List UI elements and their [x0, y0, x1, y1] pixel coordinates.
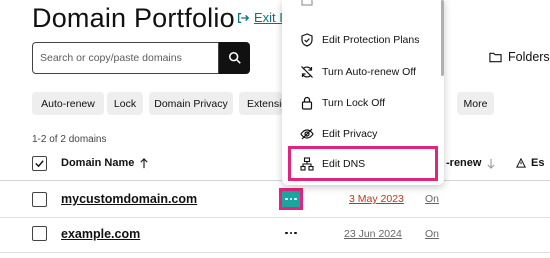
filter-chip-extensions[interactable]: Extensio	[239, 92, 282, 115]
menu-item-turn-lock-off[interactable]: Turn Lock Off	[300, 96, 385, 110]
domain-link[interactable]: example.com	[61, 227, 140, 241]
folders-button[interactable]: Folders	[489, 50, 550, 64]
auto-renew-status[interactable]: On	[425, 228, 439, 240]
search-button[interactable]	[219, 42, 250, 74]
more-icon	[282, 191, 300, 207]
renew-off-icon	[301, 66, 313, 78]
column-header-domain-name-label: Domain Name	[61, 157, 135, 169]
exit-icon	[237, 12, 250, 23]
menu-item-label: Turn Lock Off	[322, 97, 386, 109]
exit-link[interactable]: Exit I	[236, 10, 283, 25]
row-actions-button-active[interactable]	[279, 188, 303, 210]
menu-item-label: Edit Privacy	[322, 128, 378, 140]
column-header-auto-renew-label: -renew	[446, 157, 482, 169]
menu-scrollbar[interactable]	[441, 0, 444, 76]
search-input[interactable]	[40, 52, 211, 64]
row-divider	[0, 217, 550, 218]
search-icon	[228, 51, 241, 64]
page-title: Domain Portfolio	[32, 3, 235, 33]
auto-renew-status[interactable]: On	[425, 193, 439, 205]
domain-search-field[interactable]	[32, 42, 219, 74]
filter-chip-auto-renew[interactable]: Auto-renew	[32, 92, 104, 115]
shield-check-icon	[301, 33, 313, 47]
warning-icon	[516, 158, 526, 168]
column-header-expires[interactable]: Es	[516, 157, 544, 169]
lock-icon	[301, 96, 313, 110]
menu-item-label: Turn Auto-renew Off	[322, 66, 416, 78]
expiration-date[interactable]: 23 Jun 2024	[344, 228, 402, 240]
row-divider	[0, 252, 550, 253]
column-header-domain-name[interactable]: Domain Name	[61, 157, 149, 169]
select-all-checkbox[interactable]	[32, 156, 47, 171]
filter-chip-domain-privacy[interactable]: Domain Privacy	[149, 92, 233, 115]
filter-chip-lock[interactable]: Lock	[107, 92, 143, 115]
sort-icon	[487, 158, 496, 169]
row-actions-button[interactable]	[283, 225, 299, 241]
exit-link-label: Exit I	[254, 10, 283, 25]
row-checkbox[interactable]	[32, 192, 47, 207]
folders-label: Folders	[508, 50, 550, 64]
expiration-date[interactable]: 3 May 2023	[349, 193, 404, 205]
row-checkbox[interactable]	[32, 226, 47, 241]
domain-count: 1-2 of 2 domains	[32, 134, 107, 145]
menu-item-partial[interactable]	[300, 0, 314, 7]
menu-item-edit-protection-plans[interactable]: Edit Protection Plans	[300, 33, 419, 47]
edit-dns-highlight	[288, 146, 438, 181]
column-header-auto-renew[interactable]: -renew	[446, 157, 496, 169]
sort-ascending-icon	[140, 157, 148, 168]
menu-item-edit-privacy[interactable]: Edit Privacy	[300, 127, 377, 141]
checkmark-icon	[35, 160, 44, 168]
partial-item-icon	[301, 0, 313, 6]
filter-chip-more[interactable]: More	[457, 92, 494, 115]
column-header-expires-label: Es	[531, 157, 545, 169]
menu-item-turn-auto-renew-off[interactable]: Turn Auto-renew Off	[300, 65, 416, 79]
more-icon	[285, 231, 288, 235]
folder-icon	[489, 52, 502, 63]
eye-off-icon	[300, 128, 314, 140]
domain-link[interactable]: mycustomdomain.com	[61, 192, 197, 206]
menu-item-label: Edit Protection Plans	[322, 34, 420, 46]
